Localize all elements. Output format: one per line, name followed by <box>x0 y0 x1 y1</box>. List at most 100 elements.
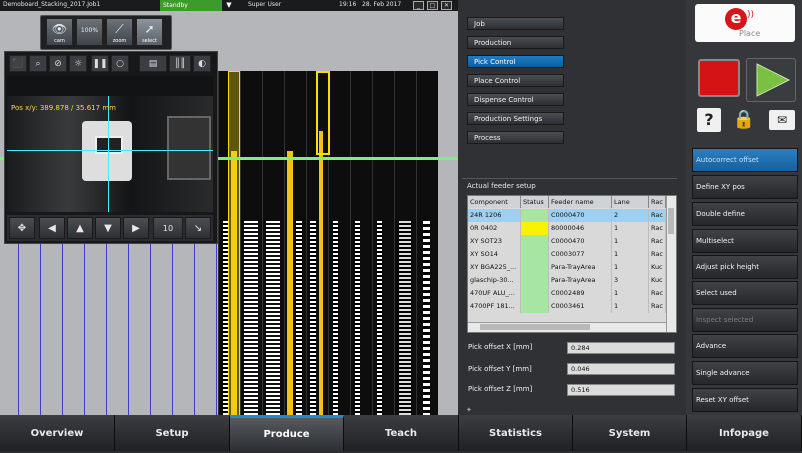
column-header[interactable]: Component <box>468 196 521 208</box>
maximize-button[interactable]: □ <box>427 1 438 10</box>
light-icon[interactable]: ☼ <box>69 55 87 72</box>
status-dropdown-icon[interactable]: ▼ <box>222 0 236 11</box>
camera-nav: ✥ ◀ ▲ ▼ ▶ 10 ↘ <box>7 215 213 241</box>
zoom-icon[interactable]: ⌕ <box>29 55 47 72</box>
feeder-table[interactable]: Component Status Feeder name Lane Rac 24… <box>467 195 677 333</box>
nav-diagonal-button[interactable]: ↘ <box>185 217 211 239</box>
select-used-button[interactable]: Select used <box>692 281 798 305</box>
define-xy-pos-button[interactable]: Define XY pos <box>692 175 798 199</box>
column-header[interactable]: Rac <box>649 196 666 208</box>
zoom-tool-button[interactable]: ⟋ zoom <box>106 18 133 46</box>
position-readout: Pos x/y: 389.878 / 35.617 mm <box>11 104 116 112</box>
filmstrip-icon[interactable]: ▤ <box>139 55 167 72</box>
menu-job[interactable]: Job <box>467 17 564 30</box>
clock-date: 28. Feb 2017 <box>362 1 402 8</box>
hide-icon[interactable]: ⊘ <box>49 55 67 72</box>
move-icon[interactable]: ✥ <box>9 217 35 239</box>
status-cell <box>521 287 549 300</box>
table-row[interactable]: glaschip-30... Para-TrayArea 3 Kuc <box>468 274 666 287</box>
table-row[interactable]: XY SOT23 C0000470 1 Rac <box>468 235 666 248</box>
feeder-slot[interactable] <box>240 71 262 415</box>
stop-button[interactable] <box>698 59 740 97</box>
mail-icon[interactable]: ✉ <box>769 110 795 130</box>
minimize-button[interactable]: _ <box>413 1 424 10</box>
status-cell <box>521 261 549 274</box>
step-size-button[interactable]: 10 <box>153 217 183 239</box>
pick-offset-y-field[interactable]: 0.046 <box>567 363 675 375</box>
inspect-selected-button[interactable]: Inspect selected <box>692 308 798 332</box>
table-row[interactable]: XY SO14 C0003077 1 Rac <box>468 248 666 261</box>
reset-xy-offset-button[interactable]: Reset XY offset <box>692 388 798 412</box>
status-cell <box>521 222 549 235</box>
feeder-slot[interactable] <box>284 71 306 415</box>
status-cell <box>521 274 549 287</box>
menu-pick-control[interactable]: Pick Control <box>467 55 564 68</box>
nav-down-button[interactable]: ▼ <box>95 217 121 239</box>
pick-offset-x-field[interactable]: 0.284 <box>567 342 675 354</box>
autocorrect-offset-button[interactable]: Autocorrect offset <box>692 148 798 172</box>
tab-setup[interactable]: Setup <box>115 415 230 451</box>
multiselect-button[interactable]: Multiselect <box>692 229 798 253</box>
cam-tool-button[interactable]: 👁 cam <box>46 18 73 46</box>
status-badge: Standby <box>160 0 222 11</box>
camera-toolbar: ⬛ ⌕ ⊘ ☼ ❚❚ ○ ▤ ║║ ◐ <box>7 55 213 73</box>
column-header[interactable]: Feeder name <box>549 196 612 208</box>
menu-production-settings[interactable]: Production Settings <box>467 112 564 125</box>
feeder-highlight <box>228 71 240 415</box>
menu-place-control[interactable]: Place Control <box>467 74 564 87</box>
menu-process[interactable]: Process <box>467 131 564 144</box>
start-button[interactable] <box>746 58 796 102</box>
circle-icon[interactable]: ○ <box>111 55 129 72</box>
feeder-slot[interactable] <box>262 71 284 415</box>
zoom-100-icon: 100% <box>80 27 99 34</box>
lane-cell: 1 <box>612 222 649 235</box>
column-header[interactable]: Status <box>521 196 549 208</box>
bottom-nav: Overview Setup Produce Teach Statistics … <box>0 415 802 451</box>
double-define-button[interactable]: Double define <box>692 202 798 226</box>
feeder-slot[interactable] <box>372 71 394 415</box>
lane-cell: 1 <box>612 261 649 274</box>
single-advance-button[interactable]: Single advance <box>692 361 798 385</box>
table-row[interactable]: 470UF ALU_... C0002489 1 Rac <box>468 287 666 300</box>
camera-image[interactable]: Pos x/y: 389.878 / 35.617 mm <box>7 76 213 212</box>
help-button[interactable]: ? <box>697 108 721 132</box>
column-header[interactable]: Lane <box>612 196 649 208</box>
advance-button[interactable]: Advance <box>692 334 798 358</box>
tab-statistics[interactable]: Statistics <box>459 415 573 451</box>
tab-produce[interactable]: Produce <box>230 415 344 451</box>
table-row[interactable]: 4700PF 181... C0003461 1 Rac <box>468 300 666 313</box>
table-row[interactable]: 24R 1206 C0000470 2 Rac <box>468 209 666 222</box>
pick-offset-z-field[interactable]: 0.516 <box>567 384 675 396</box>
tab-overview[interactable]: Overview <box>0 415 115 451</box>
feeder-selection-highlight <box>316 71 330 155</box>
table-row[interactable]: XY BGA225_... Para-TrayArea 1 Kuc <box>468 261 666 274</box>
component-cell: 0R 0402 <box>468 222 521 235</box>
nav-up-button[interactable]: ▲ <box>67 217 93 239</box>
pause-icon[interactable]: ❚❚ <box>91 55 109 72</box>
feeder-slot[interactable] <box>416 71 438 415</box>
table-row[interactable]: 0R 0402 80000046 1 Rac <box>468 222 666 235</box>
close-button[interactable]: ✕ <box>441 1 452 10</box>
feeder-slot[interactable] <box>328 71 350 415</box>
barcode-icon[interactable]: ║║ <box>169 55 191 72</box>
user-name: Super User <box>248 1 282 8</box>
lock-icon[interactable]: 🔒 <box>731 108 757 132</box>
camera-icon[interactable]: ⬛ <box>9 55 27 72</box>
menu-dispense-control[interactable]: Dispense Control <box>467 93 564 106</box>
tab-teach[interactable]: Teach <box>344 415 459 451</box>
tab-infopage[interactable]: Infopage <box>687 415 802 451</box>
nav-left-button[interactable]: ◀ <box>39 217 65 239</box>
nav-right-button[interactable]: ▶ <box>123 217 149 239</box>
select-tool-button[interactable]: ➚ select <box>136 18 163 46</box>
horizontal-scrollbar[interactable] <box>468 322 666 332</box>
feeder-slot[interactable] <box>350 71 372 415</box>
feeder-cell: Para-TrayArea <box>549 274 612 287</box>
resize-grip-icon[interactable]: ✦ <box>466 406 472 414</box>
feeder-slot[interactable] <box>394 71 416 415</box>
zoom-100-button[interactable]: 100% <box>76 18 103 46</box>
contrast-icon[interactable]: ◐ <box>193 55 211 72</box>
tab-system[interactable]: System <box>573 415 687 451</box>
vertical-scrollbar[interactable] <box>666 196 676 332</box>
menu-production[interactable]: Production <box>467 36 564 49</box>
adjust-pick-height-button[interactable]: Adjust pick height <box>692 255 798 279</box>
